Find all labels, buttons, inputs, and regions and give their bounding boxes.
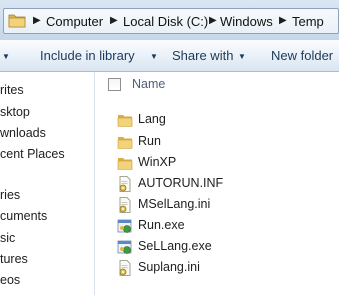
command-bar: ▼ Include in library ▼ Share with ▼ New …	[0, 40, 339, 72]
new-folder-button[interactable]: New folder	[271, 40, 333, 71]
folder-icon	[117, 137, 133, 149]
nav-item-recent-places[interactable]: cent Places	[0, 147, 65, 162]
address-box[interactable]: ▶ Computer ▶ Local Disk (C:) ▶ Windows ▶…	[3, 8, 339, 34]
nav-item-downloads[interactable]: wnloads	[0, 126, 46, 141]
list-item[interactable]: SeLLang.exe	[116, 237, 316, 257]
file-name: SeLLang.exe	[138, 239, 212, 253]
file-name: WinXP	[138, 155, 177, 169]
include-in-library-button[interactable]: Include in library	[40, 40, 135, 71]
exe-icon	[117, 219, 132, 233]
folder-icon	[117, 115, 133, 127]
nav-item-libraries[interactable]: ries	[0, 188, 20, 203]
folder-icon	[117, 158, 133, 170]
address-bar: ▶ Computer ▶ Local Disk (C:) ▶ Windows ▶…	[0, 0, 339, 40]
list-item[interactable]: Run.exe	[116, 216, 316, 236]
breadcrumb-arrow-icon[interactable]: ▶	[33, 15, 41, 27]
exe-icon	[117, 240, 132, 254]
nav-item-pictures[interactable]: tures	[0, 252, 28, 267]
nav-item-desktop[interactable]: sktop	[0, 105, 30, 120]
nav-item-videos[interactable]: eos	[0, 273, 20, 288]
file-name: Suplang.ini	[138, 260, 200, 274]
breadcrumb-computer[interactable]: Computer	[46, 14, 103, 29]
file-name: MSelLang.ini	[138, 197, 211, 211]
nav-item-favorites[interactable]: rites	[0, 83, 24, 98]
list-item[interactable]: Lang	[116, 110, 316, 130]
breadcrumb-arrow-icon[interactable]: ▶	[209, 15, 217, 27]
breadcrumb-arrow-icon[interactable]: ▶	[110, 15, 118, 27]
file-list: Name Lang Run WinXP AUTORUN.INF MSelLang…	[96, 72, 339, 295]
chevron-down-icon[interactable]: ▼	[150, 53, 158, 61]
settings-file-icon	[119, 260, 131, 276]
file-name: Run	[138, 134, 161, 148]
list-item[interactable]: WinXP	[116, 153, 316, 173]
name-column-header[interactable]: Name	[132, 77, 165, 91]
list-item[interactable]: AUTORUN.INF	[116, 174, 316, 194]
navigation-pane: rites sktop wnloads cent Places ries cum…	[0, 72, 95, 295]
list-item[interactable]: MSelLang.ini	[116, 195, 316, 215]
settings-file-icon	[119, 197, 131, 213]
breadcrumb-temp[interactable]: Temp	[292, 14, 324, 29]
chevron-down-icon[interactable]: ▼	[2, 53, 10, 61]
breadcrumb-arrow-icon[interactable]: ▶	[279, 15, 287, 27]
breadcrumb-local-disk[interactable]: Local Disk (C:)	[123, 14, 208, 29]
file-name: Lang	[138, 112, 166, 126]
select-all-checkbox[interactable]	[108, 78, 121, 91]
nav-item-music[interactable]: sic	[0, 231, 15, 246]
breadcrumb-windows[interactable]: Windows	[220, 14, 273, 29]
settings-file-icon	[119, 176, 131, 192]
file-name: Run.exe	[138, 218, 185, 232]
list-item[interactable]: Run	[116, 132, 316, 152]
nav-item-documents[interactable]: cuments	[0, 209, 47, 224]
share-with-button[interactable]: Share with	[172, 40, 233, 71]
list-item[interactable]: Suplang.ini	[116, 258, 316, 278]
chevron-down-icon[interactable]: ▼	[238, 53, 246, 61]
file-name: AUTORUN.INF	[138, 176, 224, 190]
folder-icon	[8, 14, 26, 28]
column-header: Name	[96, 72, 339, 98]
